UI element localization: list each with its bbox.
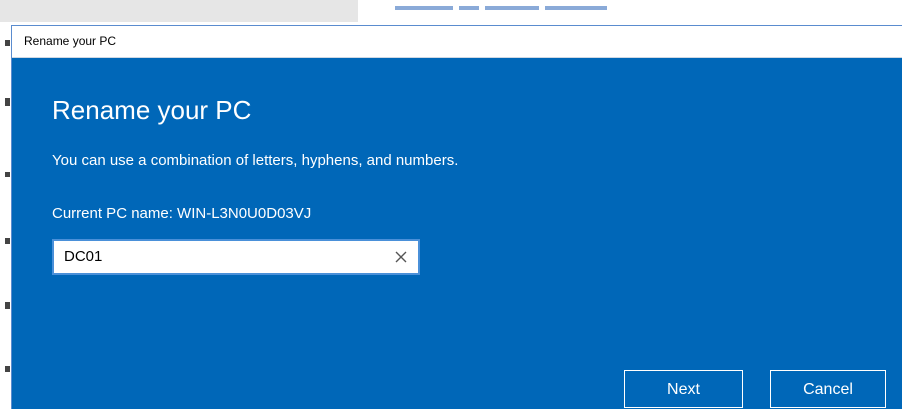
- close-icon[interactable]: [392, 248, 410, 266]
- rename-pc-dialog: Rename your PC Rename your PC You can us…: [12, 26, 902, 409]
- next-button[interactable]: Next: [624, 370, 743, 408]
- dialog-content: Rename your PC You can use a combination…: [12, 58, 902, 409]
- background-link-text: [395, 6, 615, 16]
- background-window-edge: [0, 26, 12, 409]
- dialog-title-bar[interactable]: Rename your PC: [12, 26, 902, 58]
- cancel-button[interactable]: Cancel: [770, 370, 886, 408]
- rename-instructions: You can use a combination of letters, hy…: [52, 152, 459, 169]
- current-pc-name: Current PC name: WIN-L3N0U0D03VJ: [52, 205, 312, 222]
- pc-name-input-box: [52, 239, 420, 275]
- background-window-panel: [0, 0, 358, 22]
- pc-name-input[interactable]: [64, 241, 384, 273]
- window-title: Rename your PC: [24, 34, 117, 48]
- dialog-heading: Rename your PC: [52, 95, 252, 125]
